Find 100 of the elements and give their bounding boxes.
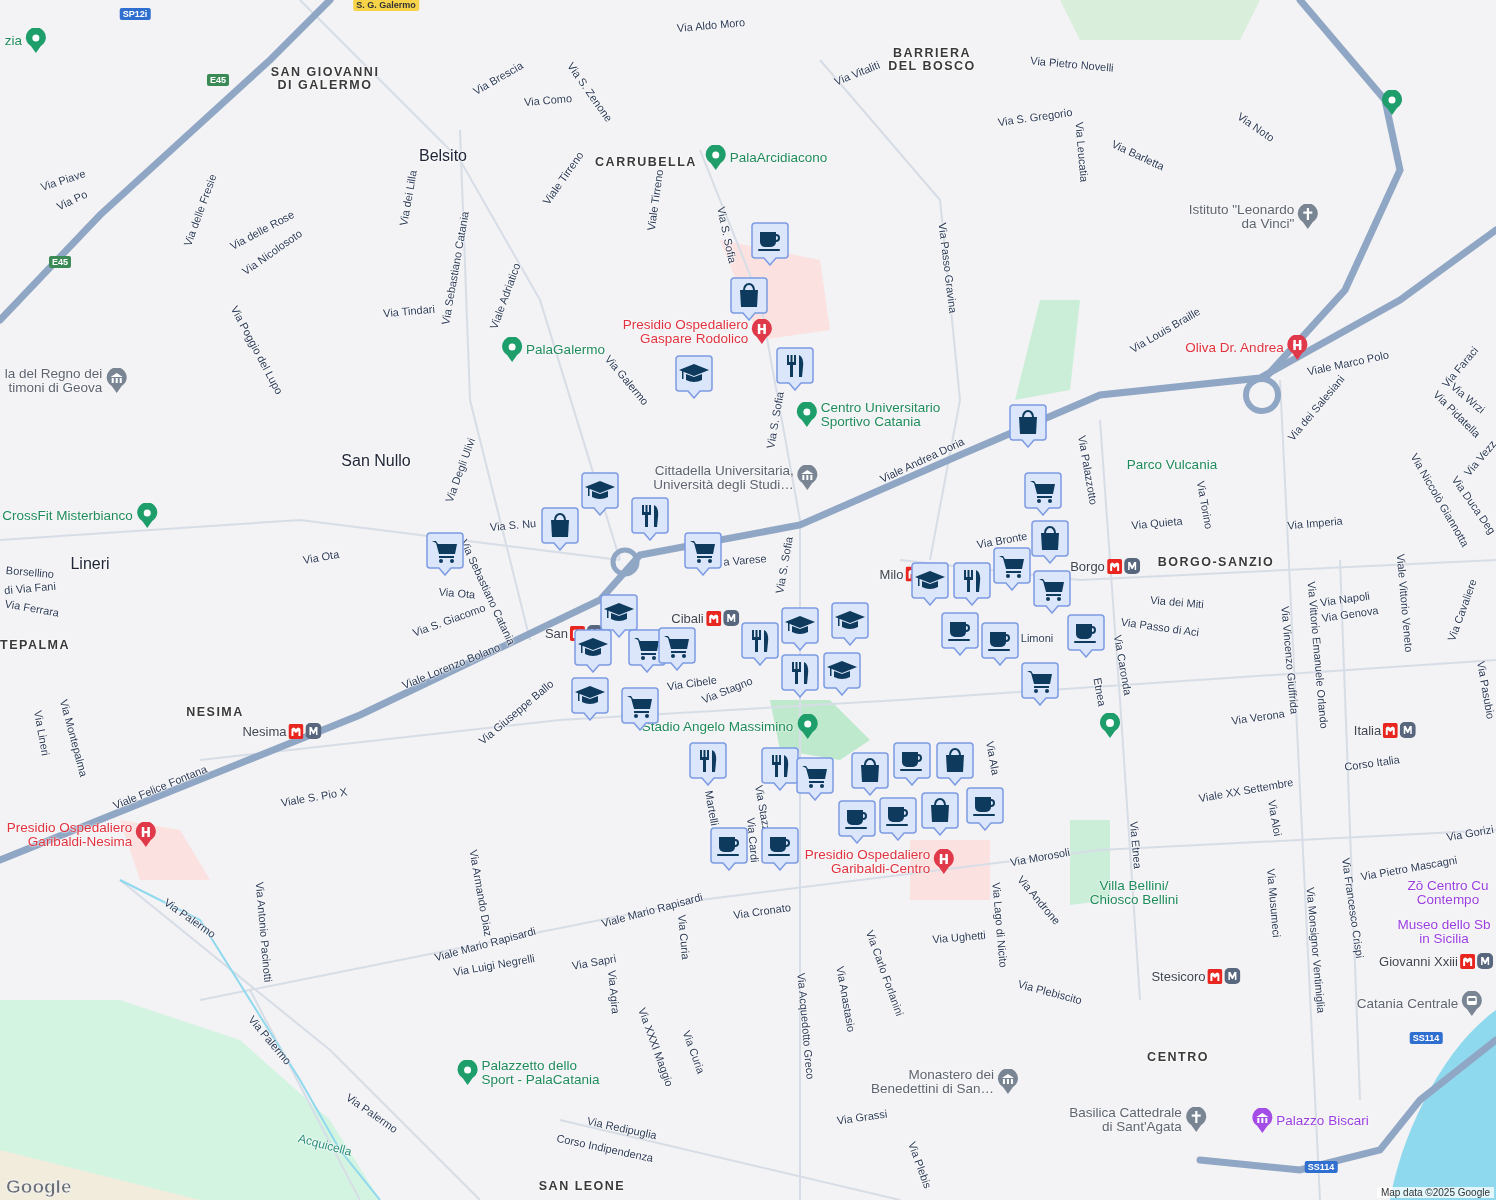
museum-icon[interactable]	[1251, 1108, 1274, 1134]
hospital-icon[interactable]	[135, 822, 158, 848]
district-label: CENTRO	[1147, 1050, 1209, 1064]
pin-icon[interactable]	[501, 337, 524, 363]
place-label[interactable]: Istituto "Leonardo da Vinci"	[1188, 203, 1295, 231]
attribution-text: Map data ©2025 Google	[1376, 1187, 1494, 1198]
street-label: Via S. Sofia	[773, 535, 795, 595]
pin-icon[interactable]	[1381, 90, 1403, 116]
park-label[interactable]: Villa Bellini/ Chiosco Bellini	[1089, 879, 1179, 907]
street-label: Via Ota	[302, 547, 340, 567]
train-icon[interactable]	[1461, 991, 1484, 1017]
street-label: Via Verona	[1230, 707, 1286, 727]
street-label: Via Agira	[606, 969, 622, 1015]
metro-station-label[interactable]: San	[544, 625, 569, 641]
district-label: SAN GIOVANNI	[270, 65, 380, 79]
park-label[interactable]: PalaArcidiacono	[729, 151, 828, 165]
cross-pin-icon[interactable]	[1297, 204, 1320, 230]
town-label: Belsito	[419, 147, 467, 165]
metro-station-label[interactable]: Stesicoro	[1151, 968, 1206, 984]
pin-icon[interactable]	[795, 402, 818, 428]
museum-label[interactable]: Palazzo Biscari	[1276, 1114, 1369, 1128]
metro-station-label[interactable]: Milo	[879, 566, 904, 582]
metro-station-label[interactable]: Cibali	[671, 610, 704, 626]
street-label: Via Musumeci	[1265, 868, 1283, 938]
district-label: DI GALERMO	[277, 78, 373, 92]
street-label: Via Noto	[1235, 110, 1277, 144]
street-label: Borsellino	[5, 563, 55, 581]
hospital-label[interactable]: Presidio Ospedaliero Gaspare Rodolico	[622, 318, 749, 346]
place-label[interactable]: Monastero dei Benedettini di San…	[870, 1068, 995, 1096]
street-label: Via Gorizi	[1445, 822, 1495, 844]
park-label[interactable]: zia	[4, 34, 23, 48]
street-label: Via S. Sofia	[764, 390, 786, 450]
place-label[interactable]: la del Regno dei timoni di Geova	[4, 367, 103, 395]
hospital-icon[interactable]	[1286, 335, 1309, 361]
building-pin-icon[interactable]	[796, 465, 819, 491]
road-shield: SS114	[1304, 1161, 1338, 1173]
pin-icon[interactable]	[796, 714, 819, 740]
clinic-label[interactable]: Oliva Dr. Andrea	[1185, 341, 1284, 355]
park-label[interactable]: PalaGalermo	[526, 343, 605, 357]
hospital-icon[interactable]	[933, 849, 956, 875]
street-label: Via Antonio Pacinotti	[253, 881, 275, 983]
street-label: Via S. Gregorio	[997, 105, 1073, 129]
district-label: SAN LEONE	[538, 1179, 626, 1193]
street-label: Via Leucatia	[1073, 121, 1091, 183]
park-label[interactable]: Palazzetto dello Sport - PalaCatania	[481, 1059, 600, 1087]
metro-station-label[interactable]: Giovanni Xxiii	[1379, 953, 1458, 969]
street-label: Via Cibele	[666, 673, 718, 693]
road-shield: E45	[49, 256, 71, 268]
street-label: Via Aldo Moro	[676, 16, 746, 34]
town-label: Lineri	[70, 555, 110, 573]
street-label: Via Morosoli	[1009, 845, 1071, 869]
station-label[interactable]: Catania Centrale	[1356, 997, 1459, 1011]
street-label: Via Ala	[984, 740, 1002, 776]
street-label: Via Vitaliti	[832, 58, 882, 88]
hospital-icon[interactable]	[751, 319, 774, 345]
place-label[interactable]: Cittadella Universitaria, Università degli Studi…	[653, 464, 794, 492]
hospital-label[interactable]: Presidio Ospedaliero Garibaldi-Nesima	[6, 821, 133, 849]
pin-icon[interactable]	[456, 1060, 479, 1086]
hospital-label[interactable]: Presidio Ospedaliero Garibaldi-Centro	[804, 848, 931, 876]
street-label: Via Aloi	[1265, 799, 1285, 837]
flower-pin-icon[interactable]	[1099, 713, 1121, 739]
street-label: Via delle Fresie	[181, 172, 219, 248]
pin-icon[interactable]	[25, 28, 48, 54]
pin-icon[interactable]	[704, 145, 727, 171]
street-label: Via Sebastiano Catania	[439, 210, 471, 326]
street-label: Via Imperia	[1286, 514, 1344, 532]
street-label: Via Acquedotto Greco	[795, 972, 817, 1080]
street-label: Limoni	[1020, 632, 1054, 644]
street-label: Via Lineri	[32, 709, 52, 757]
building-pin-icon[interactable]	[997, 1069, 1020, 1095]
street-label: Corso Italia	[1343, 753, 1401, 773]
park-label[interactable]: Centro Universitario Sportivo Catania	[820, 401, 941, 429]
street-label: Via Ferrara	[3, 597, 61, 619]
street-label: Viale S. Pio X	[279, 785, 349, 809]
district-label: TEPALMA	[0, 638, 70, 652]
place-label[interactable]: Basilica Cattedrale di Sant'Agata	[1069, 1106, 1182, 1134]
metro-station-label[interactable]: Borgo	[1070, 558, 1105, 574]
street-label: Via Quieta	[1131, 514, 1183, 532]
district-label: NESIMA	[186, 705, 244, 719]
cross-pin-icon[interactable]	[1184, 1107, 1207, 1133]
museum-label[interactable]: Museo dello Sb in Sicilia	[1397, 918, 1491, 946]
park-label[interactable]: CrossFit Misterbianco	[2, 509, 133, 523]
town-label: San Nullo	[341, 452, 411, 470]
street-label: Via Lago di Nicito	[990, 881, 1010, 969]
metro-station-label[interactable]: Nesima	[242, 723, 287, 739]
road-shield: E45	[207, 74, 229, 86]
park-label[interactable]: Parco Vulcania	[1126, 458, 1218, 472]
roundabout-drawing	[1243, 376, 1281, 414]
road-shield: SP12i	[119, 8, 151, 20]
metro-station-label[interactable]: Italia	[1353, 722, 1382, 738]
road-shield: SS114	[1409, 1032, 1443, 1044]
street-label: Via dei Lilla	[397, 169, 419, 227]
street-label: Via Degli Ulivi	[442, 436, 478, 504]
street-label: Via Ughetti	[931, 928, 987, 946]
building-pin-icon[interactable]	[105, 368, 128, 394]
pin-icon[interactable]	[135, 503, 158, 529]
district-label: DEL BOSCO	[888, 59, 976, 73]
museum-label[interactable]: Zō Centro Cu Contempo	[1407, 879, 1489, 907]
road-shield: S. G. Galermo	[353, 0, 419, 11]
street-label: Via Palazzotto	[1076, 434, 1100, 506]
